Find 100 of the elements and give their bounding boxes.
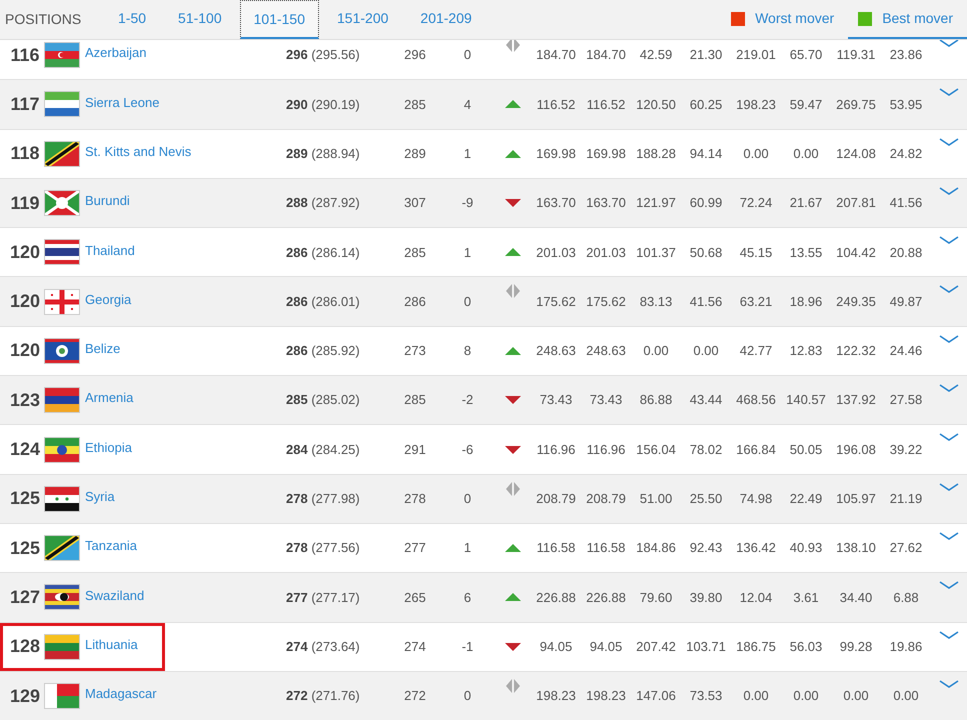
change-cell-text: 6 [462, 588, 472, 607]
table-cell-text: 226.88 [535, 588, 577, 607]
rank: 118 [9, 142, 41, 166]
table-cell-text: 41.56 [888, 194, 924, 212]
change-cell-text: -2 [460, 391, 474, 410]
previous-points-cell-text: 285 [403, 391, 427, 410]
country-link[interactable]: Madagascar [85, 684, 157, 704]
page-tab[interactable]: 51-100 [164, 0, 236, 39]
page-tab[interactable]: 1-50 [104, 0, 160, 39]
flag-icon [45, 191, 79, 216]
country-link[interactable]: Armenia [85, 388, 134, 408]
previous-points-cell-text: 265 [403, 588, 427, 607]
chevron-down-icon[interactable] [939, 285, 959, 294]
points-cell-text: 272 (271.76) [286, 687, 360, 706]
table-cell-text: 45.15 [738, 244, 774, 262]
chevron-down-icon[interactable] [939, 630, 959, 640]
points-cell-text: 274 (273.64) [286, 638, 360, 656]
rank: 120 [8, 290, 42, 314]
rank: 116 [9, 44, 41, 67]
chevron-down-icon[interactable] [939, 680, 959, 689]
chevron-down-icon[interactable] [939, 433, 959, 442]
chevron-down-icon[interactable] [939, 186, 959, 196]
rank: 128 [8, 635, 42, 658]
flag-icon [45, 338, 79, 363]
table-cell-text: 163.70 [585, 194, 627, 212]
chevron-down-icon[interactable] [939, 334, 959, 344]
table-cell-text: 60.99 [688, 194, 724, 212]
change-cell-text: 0 [462, 46, 472, 64]
points-cell-text: 296 (295.56) [286, 46, 360, 64]
country-link[interactable]: Swaziland [85, 586, 144, 606]
flag-icon [45, 92, 79, 116]
change-cell-text: 4 [462, 96, 472, 114]
table-cell-text: 198.23 [585, 687, 627, 706]
table-cell-text: 42.59 [638, 46, 674, 64]
table-cell-text: 116.96 [586, 440, 626, 459]
points-cell-text: 278 (277.98) [286, 490, 360, 508]
table-cell-text: 175.62 [585, 292, 627, 311]
table-cell-text: 201.03 [535, 244, 577, 262]
points-cell-text: 284 (284.25) [286, 440, 360, 459]
page-tab[interactable]: 101-150 [240, 0, 320, 39]
table-cell-text: 41.56 [688, 292, 724, 311]
previous-points-cell-text: 285 [403, 244, 427, 262]
table-cell-text: 24.82 [888, 144, 924, 163]
country-link[interactable]: Lithuania [85, 634, 138, 654]
table-cell-text: 6.88 [892, 588, 920, 607]
chevron-down-icon[interactable] [939, 138, 959, 147]
table-cell-text: 21.67 [788, 194, 824, 212]
previous-points-cell-text: 296 [403, 46, 427, 64]
table-cell-text: 0.00 [742, 144, 770, 163]
chevron-down-icon[interactable] [939, 88, 959, 98]
chevron-down-icon[interactable] [939, 532, 959, 541]
table-cell-text: 163.70 [535, 194, 577, 212]
chevron-down-icon[interactable] [939, 581, 959, 590]
country-link[interactable]: Thailand [85, 240, 135, 260]
flag-icon [45, 142, 79, 166]
chevron-down-icon[interactable] [939, 40, 959, 48]
country-link[interactable]: Belize [85, 339, 120, 359]
table-cell-text: 201.03 [585, 244, 627, 262]
change-cell-text: -1 [460, 638, 474, 656]
page-tab[interactable]: 201-209 [406, 0, 486, 39]
page-tab[interactable]: 151-200 [323, 0, 402, 39]
table-cell-text: 184.86 [635, 539, 677, 558]
country-link[interactable]: Tanzania [85, 536, 138, 556]
table-cell-text: 50.05 [788, 440, 824, 459]
table-cell-text: 49.87 [888, 292, 924, 311]
legend-filter[interactable]: Worst mover [721, 0, 848, 39]
country-link[interactable]: Sierra Leone [85, 92, 160, 112]
legend-filter[interactable]: Best mover [848, 0, 967, 39]
flag-icon [45, 240, 79, 264]
country-link[interactable]: Georgia [85, 290, 132, 310]
table-cell-text: 12.04 [738, 588, 774, 607]
table-cell-text: 74.98 [738, 490, 774, 508]
country-link[interactable]: Ethiopia [85, 438, 132, 458]
table-cell-text: 116.96 [536, 440, 576, 459]
chevron-down-icon[interactable] [939, 384, 959, 394]
country-link[interactable]: St. Kitts and Nevis [85, 142, 192, 162]
table-cell-text: 40.93 [788, 539, 824, 558]
table-cell-text: 0.00 [892, 687, 920, 706]
flag-icon [45, 536, 79, 560]
country-link[interactable]: Burundi [85, 191, 130, 211]
change-cell-text: 1 [462, 539, 472, 558]
change-cell-text: 0 [462, 490, 472, 508]
country-link[interactable]: Azerbaijan [85, 43, 146, 63]
chevron-down-icon[interactable] [939, 482, 959, 492]
table-cell-text: 104.42 [835, 244, 877, 262]
table-cell-text: 50.68 [688, 244, 724, 262]
table-cell-text: 65.70 [788, 46, 824, 64]
chevron-down-icon[interactable] [939, 236, 959, 246]
table-cell-text: 248.63 [585, 342, 627, 360]
rank: 129 [8, 684, 42, 708]
table-cell-text: 39.22 [888, 440, 924, 459]
table-cell-text: 73.53 [688, 687, 724, 706]
table-cell-text: 156.04 [635, 440, 677, 459]
previous-points-cell-text: 286 [403, 292, 427, 311]
table-cell-text: 25.50 [688, 490, 724, 508]
table-cell-text: 94.05 [538, 638, 574, 656]
table-cell-text: 13.55 [788, 244, 824, 262]
previous-points-cell-text: 289 [403, 144, 427, 163]
country-link[interactable]: Syria [85, 487, 115, 507]
table-cell-text: 269.75 [835, 96, 877, 114]
